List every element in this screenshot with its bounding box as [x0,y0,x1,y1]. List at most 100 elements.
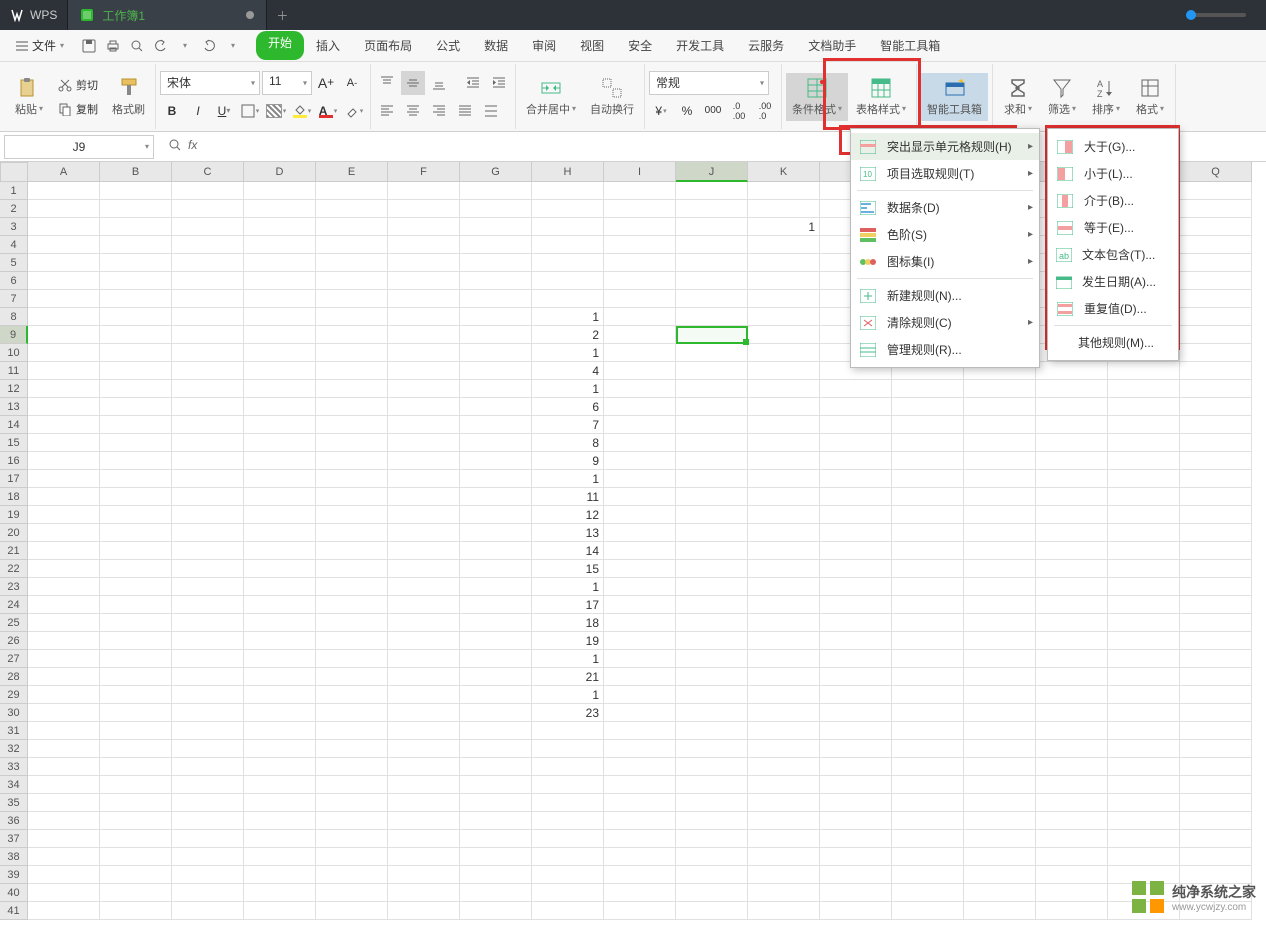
cell-Q15[interactable] [1180,434,1252,452]
cell-G29[interactable] [460,686,532,704]
cell-K15[interactable] [748,434,820,452]
cell-A35[interactable] [28,794,100,812]
row-header-11[interactable]: 11 [0,362,28,380]
col-header-Q[interactable]: Q [1180,162,1252,182]
cell-F16[interactable] [388,452,460,470]
cell-P26[interactable] [1108,632,1180,650]
halign-dist-button[interactable] [479,99,503,123]
cell-B23[interactable] [100,578,172,596]
cell-N41[interactable] [964,902,1036,920]
cell-A10[interactable] [28,344,100,362]
cut-button[interactable]: 剪切 [54,74,102,96]
cell-A23[interactable] [28,578,100,596]
cell-B27[interactable] [100,650,172,668]
cell-L41[interactable] [820,902,892,920]
cell-K14[interactable] [748,416,820,434]
cell-A28[interactable] [28,668,100,686]
cell-C33[interactable] [172,758,244,776]
row-header-8[interactable]: 8 [0,308,28,326]
cell-K6[interactable] [748,272,820,290]
cell-H30[interactable]: 23 [532,704,604,722]
cell-M35[interactable] [892,794,964,812]
cell-N39[interactable] [964,866,1036,884]
bold-button[interactable]: B [160,99,184,123]
cell-O26[interactable] [1036,632,1108,650]
cell-D22[interactable] [244,560,316,578]
cell-H27[interactable]: 1 [532,650,604,668]
cell-E16[interactable] [316,452,388,470]
name-box[interactable]: J9 [4,135,154,159]
cell-O30[interactable] [1036,704,1108,722]
cell-C38[interactable] [172,848,244,866]
row-header-10[interactable]: 10 [0,344,28,362]
halign-right-button[interactable] [427,99,451,123]
cell-K1[interactable] [748,182,820,200]
cell-M30[interactable] [892,704,964,722]
cell-G40[interactable] [460,884,532,902]
cell-J8[interactable] [676,308,748,326]
format-button[interactable]: 格式▾ [1129,73,1171,121]
cell-K3[interactable]: 1 [748,218,820,236]
cell-L31[interactable] [820,722,892,740]
cell-I14[interactable] [604,416,676,434]
cell-B32[interactable] [100,740,172,758]
cell-B37[interactable] [100,830,172,848]
cell-B33[interactable] [100,758,172,776]
row-header-34[interactable]: 34 [0,776,28,794]
menu-highlight-rules[interactable]: 突出显示单元格规则(H)▸ [851,133,1039,160]
cell-D20[interactable] [244,524,316,542]
cell-I22[interactable] [604,560,676,578]
row-header-17[interactable]: 17 [0,470,28,488]
cell-A22[interactable] [28,560,100,578]
row-header-41[interactable]: 41 [0,902,28,920]
col-header-B[interactable]: B [100,162,172,182]
cell-F25[interactable] [388,614,460,632]
cell-H10[interactable]: 1 [532,344,604,362]
cell-C5[interactable] [172,254,244,272]
cell-G12[interactable] [460,380,532,398]
font-size-combo[interactable]: 11 [262,71,312,95]
cell-E22[interactable] [316,560,388,578]
cell-O14[interactable] [1036,416,1108,434]
redo-dropdown[interactable]: ▾ [222,35,244,57]
cell-P38[interactable] [1108,848,1180,866]
cell-H7[interactable] [532,290,604,308]
cell-C6[interactable] [172,272,244,290]
cell-K38[interactable] [748,848,820,866]
cell-F7[interactable] [388,290,460,308]
cell-K40[interactable] [748,884,820,902]
cell-L23[interactable] [820,578,892,596]
cell-J9[interactable] [676,326,748,344]
cell-B18[interactable] [100,488,172,506]
row-header-32[interactable]: 32 [0,740,28,758]
font-color-button[interactable]: A [316,99,340,123]
cell-H23[interactable]: 1 [532,578,604,596]
cell-L15[interactable] [820,434,892,452]
menu-top-rules[interactable]: 10项目选取规则(T)▸ [851,160,1039,187]
cell-J10[interactable] [676,344,748,362]
cell-M24[interactable] [892,596,964,614]
cell-H22[interactable]: 15 [532,560,604,578]
cell-J40[interactable] [676,884,748,902]
cell-I21[interactable] [604,542,676,560]
cell-E2[interactable] [316,200,388,218]
cell-F5[interactable] [388,254,460,272]
cell-I20[interactable] [604,524,676,542]
cell-E34[interactable] [316,776,388,794]
cell-H29[interactable]: 1 [532,686,604,704]
cell-P14[interactable] [1108,416,1180,434]
cell-A2[interactable] [28,200,100,218]
cell-D24[interactable] [244,596,316,614]
cell-C2[interactable] [172,200,244,218]
cell-F13[interactable] [388,398,460,416]
redo-button[interactable] [198,35,220,57]
cell-C32[interactable] [172,740,244,758]
cell-K34[interactable] [748,776,820,794]
cell-A3[interactable] [28,218,100,236]
row-header-24[interactable]: 24 [0,596,28,614]
cell-H14[interactable]: 7 [532,416,604,434]
row-header-31[interactable]: 31 [0,722,28,740]
tab-layout[interactable]: 页面布局 [352,31,424,60]
cell-O38[interactable] [1036,848,1108,866]
cell-E17[interactable] [316,470,388,488]
